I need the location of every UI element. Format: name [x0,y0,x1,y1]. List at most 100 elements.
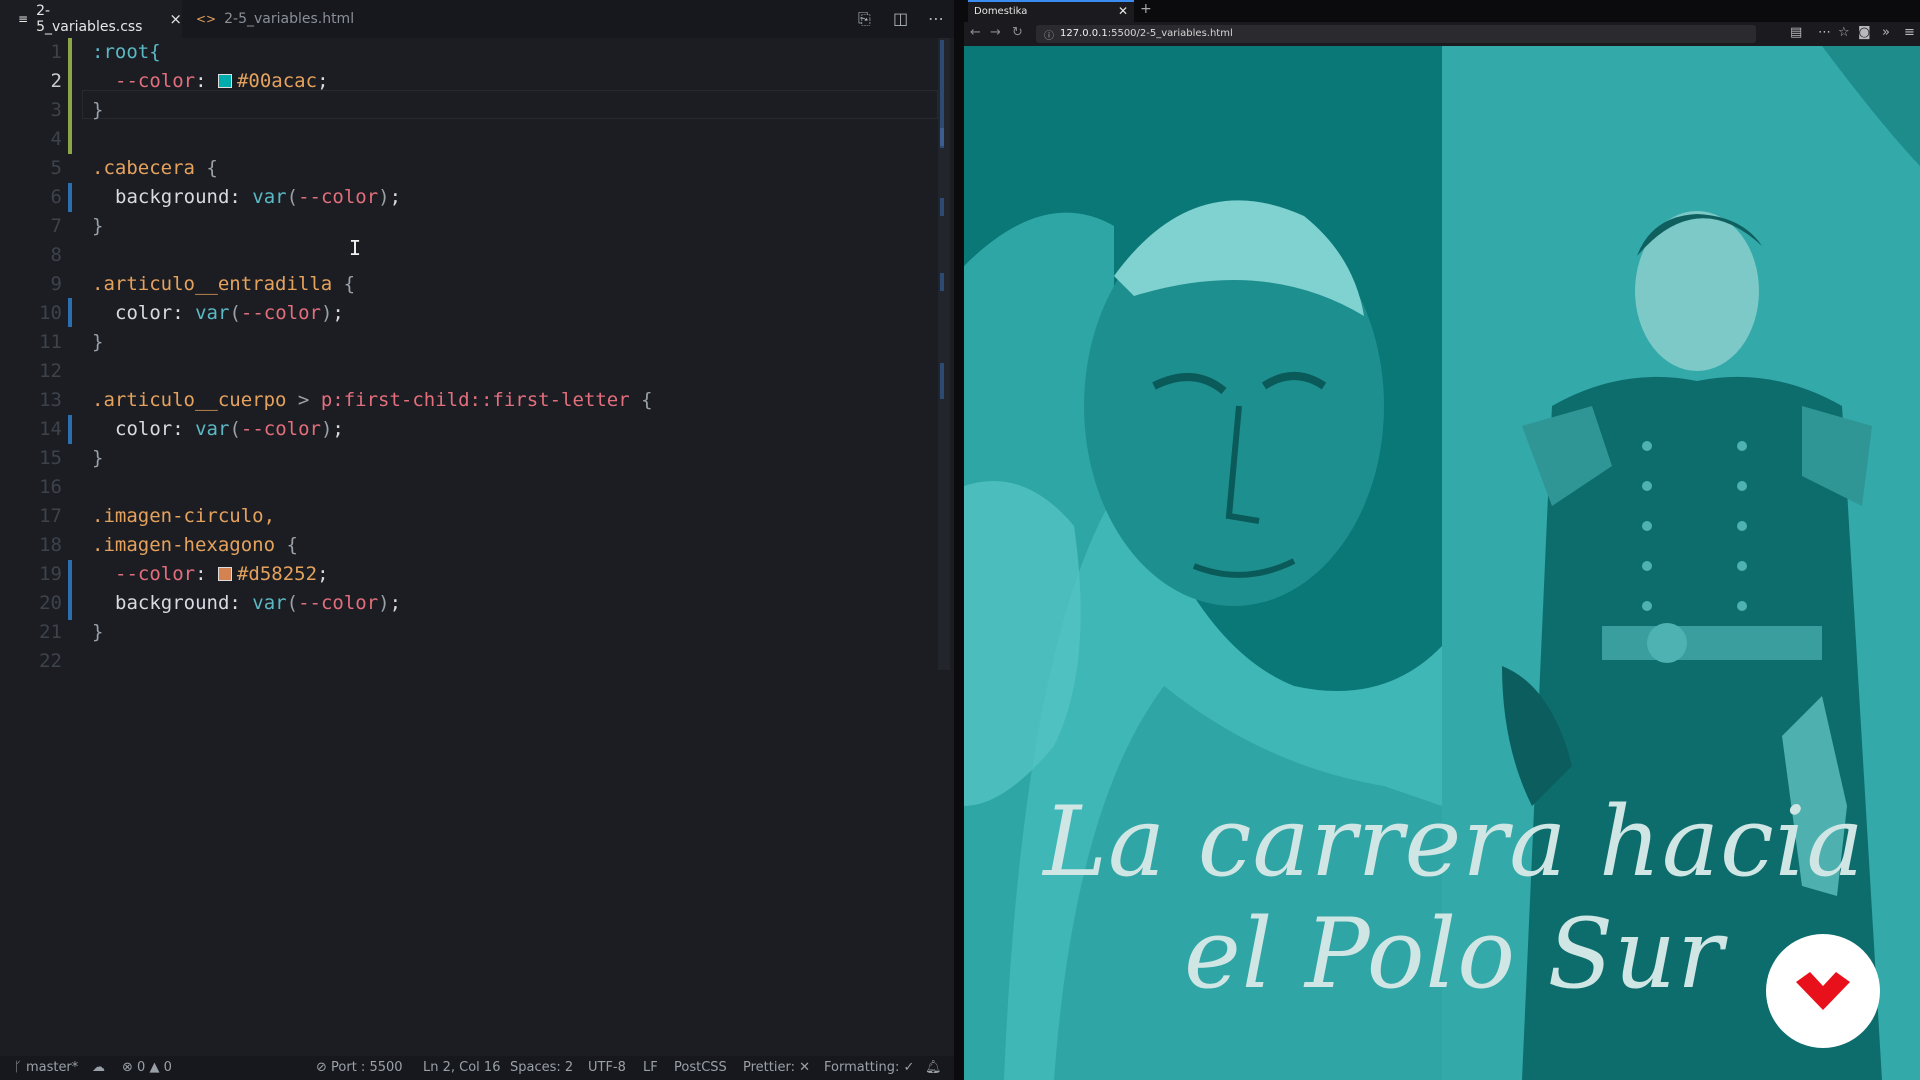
code-line: :root{ [92,41,161,63]
editor-tab-bar: ≡ 2-5_variables.css × <> 2-5_variables.h… [0,0,954,38]
error-icon: ⊗ [122,1060,138,1075]
code-editor: ≡ 2-5_variables.css × <> 2-5_variables.h… [0,0,954,1080]
code-line: .imagen-hexagono { [92,534,298,556]
prettier-status[interactable]: Prettier: ✕ [743,1060,810,1075]
browser-tab-strip: Domestika ✕ + [964,0,1920,22]
back-icon[interactable]: ← [970,25,981,40]
code-line: .articulo__cuerpo > p:first-child::first… [92,389,653,411]
forward-icon[interactable]: → [990,25,1001,40]
address-bar[interactable]: ⓘ 127.0.0.1:5500/2-5_variables.html [1036,25,1756,43]
code-line: } [92,621,104,643]
navigation-bar: ← → ↻ ⓘ 127.0.0.1:5500/2-5_variables.htm… [964,22,1920,46]
code-line: .cabecera { [92,157,218,179]
reader-view-icon[interactable]: ▤ [1790,25,1802,40]
line-number: 22 [39,650,62,672]
tab-variables-css[interactable]: ≡ 2-5_variables.css × [0,0,182,38]
close-icon[interactable]: ✕ [1118,4,1128,18]
code-line: } [92,447,104,469]
pane-divider[interactable] [954,0,964,1080]
bell-icon[interactable]: 🔔︎ [925,1060,942,1075]
indentation[interactable]: Spaces: 2 [510,1060,573,1075]
line-number: 7 [50,215,62,237]
line-number: 10 [39,302,62,324]
line-number: 16 [39,476,62,498]
code-line: } [92,331,104,353]
line-number: 15 [39,447,62,469]
close-icon[interactable]: × [169,10,182,28]
language-mode[interactable]: PostCSS [674,1060,727,1075]
ruler-marker [940,128,944,146]
branch-indicator[interactable]: ᚴ master* [14,1060,78,1075]
split-editor-icon[interactable]: ◫ [893,9,908,28]
line-number: 6 [50,186,62,208]
line-number: 2 [50,70,62,92]
headline-line-1: La carrera hacia [1043,786,1865,898]
pocket-icon[interactable]: ◙ [1858,25,1871,40]
code-line: --color: #00acac; [115,70,329,92]
line-number: 8 [50,244,62,266]
domestika-logo [1766,934,1880,1048]
line-number: 4 [50,128,62,150]
text-cursor-icon: I [349,236,362,260]
status-bar: ᚴ master* ☁ ⊗ 0 ▲ 0 ⊘ Port : 5500 Ln 2, … [0,1056,954,1080]
code-area[interactable]: 1 :root{ 2 --color: #00acac; 3} 4 5 .cabece… [0,38,940,1058]
overview-ruler [938,38,954,678]
code-line: } [92,215,104,237]
line-number: 14 [39,418,62,440]
line-number: 17 [39,505,62,527]
no-entry-icon: ⊘ [316,1060,332,1075]
code-line: } [92,99,104,121]
browser-tab-title: Domestika [974,6,1028,17]
problems-indicator[interactable]: ⊗ 0 ▲ 0 [122,1060,172,1075]
browser-window: Domestika ✕ + ← → ↻ ⓘ 127.0.0.1:5500/2-5… [964,0,1920,1080]
code-line: --color: #d58252; [115,563,329,585]
tab-label: 2-5_variables.html [224,11,355,27]
page-actions-icon[interactable]: ⋯ [1818,25,1831,40]
cursor-position[interactable]: Ln 2, Col 16 [423,1060,500,1075]
line-number: 1 [50,41,62,63]
tab-variables-html[interactable]: <> 2-5_variables.html [182,0,372,38]
url-host: 127.0.0.1 [1060,28,1108,39]
code-line: .articulo__entradilla { [92,273,356,295]
encoding[interactable]: UTF-8 [588,1060,626,1075]
line-number: 21 [39,621,62,643]
reload-icon[interactable]: ↻ [1012,25,1023,40]
url-path: :5500/2-5_variables.html [1107,28,1233,39]
line-number: 5 [50,157,62,179]
tab-label: 2-5_variables.css [36,3,143,35]
more-actions-icon[interactable]: ⋯ [928,9,944,28]
line-number: 19 [39,563,62,585]
html-code-icon: <> [196,12,217,26]
info-icon: ⓘ [1044,31,1054,42]
menu-icon[interactable]: ≡ [1904,25,1915,40]
code-line: .imagen-circulo, [92,505,276,527]
ruler-marker [940,273,944,291]
color-swatch[interactable] [217,74,232,88]
new-tab-icon[interactable]: + [1140,1,1152,17]
browser-tab[interactable]: Domestika ✕ [968,0,1134,22]
ruler-marker [940,363,944,399]
sync-icon[interactable]: ☁ [92,1060,105,1075]
line-ending[interactable]: LF [643,1060,658,1075]
open-changes-icon[interactable]: ⎘ [858,9,871,29]
code-line: color: var(--color); [115,302,344,324]
git-branch-icon: ᚴ [14,1060,26,1075]
line-number: 18 [39,534,62,556]
file-lines-icon: ≡ [18,12,29,26]
bookmark-star-icon[interactable]: ☆ [1838,25,1850,40]
overflow-chevron-icon[interactable]: » [1882,25,1890,40]
formatting-status[interactable]: Formatting: ✓ [824,1060,914,1075]
ruler-marker [940,198,944,216]
domestika-heart-icon [1796,972,1850,1010]
line-number: 20 [39,592,62,614]
line-number: 9 [50,273,62,295]
warning-icon: ▲ [149,1060,164,1075]
code-line: background: var(--color); [115,592,402,614]
line-number: 11 [39,331,62,353]
line-number: 3 [50,99,62,121]
live-server-port[interactable]: ⊘ Port : 5500 [316,1060,403,1075]
line-number: 12 [39,360,62,382]
web-page-header: La carrera hacia el Polo Sur [964,46,1920,1080]
line-number: 13 [39,389,62,411]
color-swatch[interactable] [217,567,232,581]
